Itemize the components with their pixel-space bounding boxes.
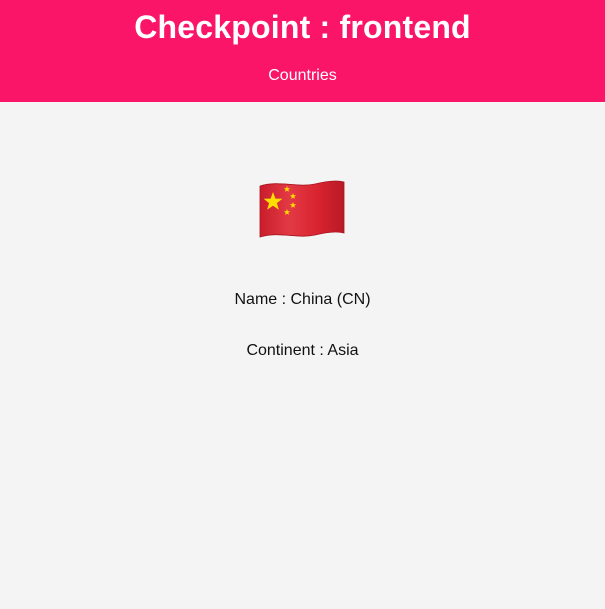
page-title: Checkpoint : frontend [134, 9, 471, 45]
china-flag-icon [259, 180, 345, 238]
nav-link-label: Countries [268, 67, 337, 84]
nav-link-countries[interactable]: Countries [0, 67, 605, 85]
app-header: Checkpoint : frontend Countries [0, 0, 605, 102]
country-detail: Name : China (CN) Continent : Asia [0, 102, 605, 609]
country-continent: Continent : Asia [246, 342, 359, 359]
country-name: Name : China (CN) [234, 291, 371, 308]
